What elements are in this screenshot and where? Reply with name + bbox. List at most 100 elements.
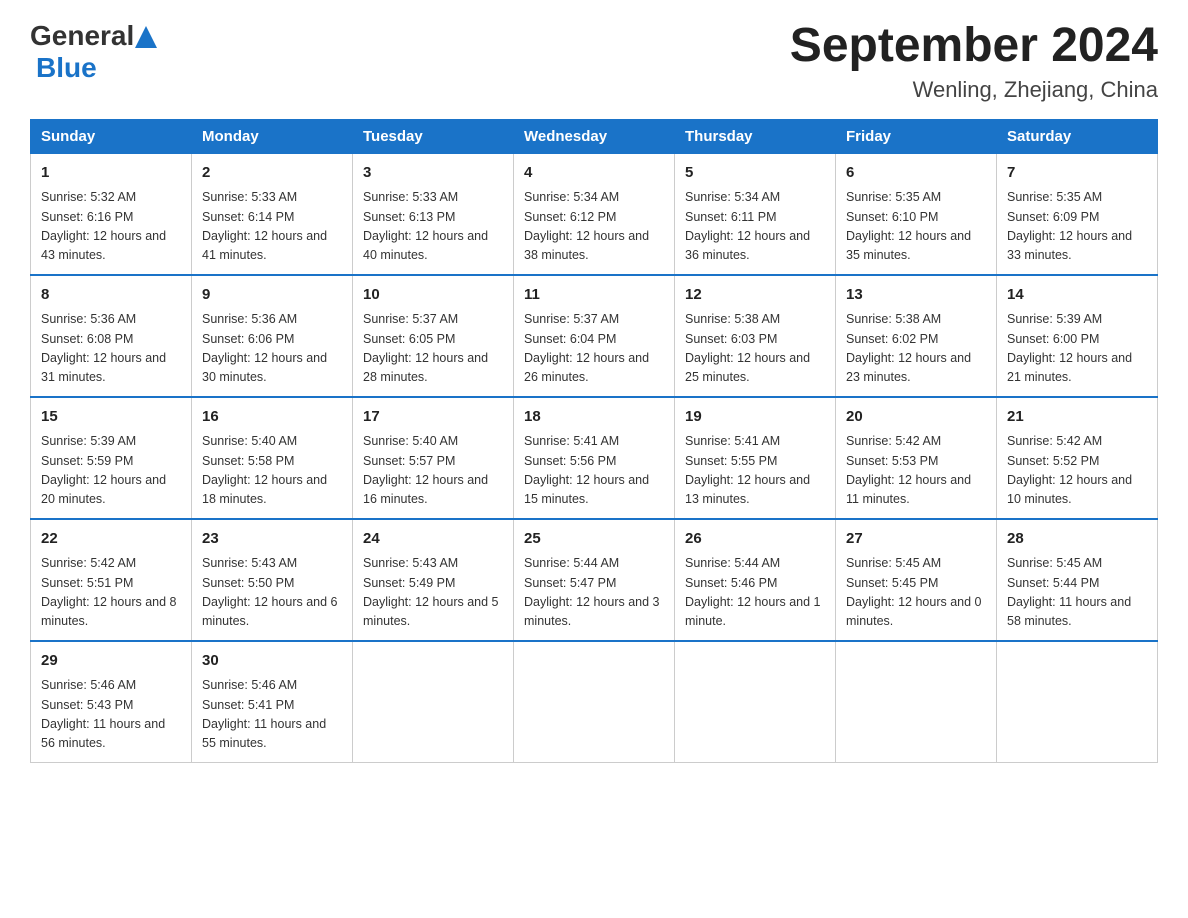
calendar-cell: 1Sunrise: 5:32 AMSunset: 6:16 PMDaylight… (31, 153, 192, 275)
day-number: 21 (1007, 406, 1147, 429)
day-number: 15 (41, 406, 181, 429)
calendar-cell: 21 Sunrise: 5:42 AMSunset: 5:52 PMDayligh… (997, 397, 1158, 519)
calendar-cell: 16 Sunrise: 5:40 AMSunset: 5:58 PMDayligh… (192, 397, 353, 519)
calendar-cell: 28 Sunrise: 5:45 AMSunset: 5:44 PMDayligh… (997, 519, 1158, 641)
calendar-cell: 22 Sunrise: 5:42 AMSunset: 5:51 PMDayligh… (31, 519, 192, 641)
calendar-subtitle: Wenling, Zhejiang, China (790, 77, 1158, 103)
day-info: Sunrise: 5:45 AMSunset: 5:45 PMDaylight:… (846, 554, 986, 632)
day-info: Sunrise: 5:39 AMSunset: 6:00 PMDaylight:… (1007, 310, 1147, 388)
day-info: Sunrise: 5:43 AMSunset: 5:49 PMDaylight:… (363, 554, 503, 632)
calendar-week-row: 22 Sunrise: 5:42 AMSunset: 5:51 PMDayligh… (31, 519, 1158, 641)
calendar-cell: 3 Sunrise: 5:33 AMSunset: 6:13 PMDaylight… (353, 153, 514, 275)
calendar-cell: 2 Sunrise: 5:33 AMSunset: 6:14 PMDaylight… (192, 153, 353, 275)
calendar-cell: 11 Sunrise: 5:37 AMSunset: 6:04 PMDayligh… (514, 275, 675, 397)
col-header-monday: Monday (192, 119, 353, 153)
day-info: Sunrise: 5:34 AMSunset: 6:11 PMDaylight:… (685, 188, 825, 266)
day-info: Sunrise: 5:42 AMSunset: 5:51 PMDaylight:… (41, 554, 181, 632)
calendar-cell: 10 Sunrise: 5:37 AMSunset: 6:05 PMDayligh… (353, 275, 514, 397)
day-info: Sunrise: 5:34 AMSunset: 6:12 PMDaylight:… (524, 188, 664, 266)
page-header: General Blue September 2024 Wenling, Zhe… (30, 20, 1158, 103)
day-number: 30 (202, 650, 342, 673)
day-info: Sunrise: 5:36 AMSunset: 6:08 PMDaylight:… (41, 310, 181, 388)
title-section: September 2024 Wenling, Zhejiang, China (790, 20, 1158, 103)
calendar-week-row: 8Sunrise: 5:36 AMSunset: 6:08 PMDaylight… (31, 275, 1158, 397)
calendar-week-row: 1Sunrise: 5:32 AMSunset: 6:16 PMDaylight… (31, 153, 1158, 275)
day-info: Sunrise: 5:46 AMSunset: 5:41 PMDaylight:… (202, 676, 342, 754)
day-info: Sunrise: 5:33 AMSunset: 6:13 PMDaylight:… (363, 188, 503, 266)
calendar-cell (997, 641, 1158, 763)
calendar-title: September 2024 (790, 20, 1158, 73)
day-number: 19 (685, 406, 825, 429)
calendar-cell (675, 641, 836, 763)
day-number: 11 (524, 284, 664, 307)
day-number: 10 (363, 284, 503, 307)
calendar-cell: 30 Sunrise: 5:46 AMSunset: 5:41 PMDayligh… (192, 641, 353, 763)
day-info: Sunrise: 5:40 AMSunset: 5:58 PMDaylight:… (202, 432, 342, 510)
col-header-wednesday: Wednesday (514, 119, 675, 153)
calendar-cell: 27Sunrise: 5:45 AMSunset: 5:45 PMDayligh… (836, 519, 997, 641)
day-info: Sunrise: 5:40 AMSunset: 5:57 PMDaylight:… (363, 432, 503, 510)
calendar-cell: 15 Sunrise: 5:39 AMSunset: 5:59 PMDayligh… (31, 397, 192, 519)
calendar-cell (353, 641, 514, 763)
day-info: Sunrise: 5:43 AMSunset: 5:50 PMDaylight:… (202, 554, 342, 632)
day-number: 14 (1007, 284, 1147, 307)
calendar-cell: 13Sunrise: 5:38 AMSunset: 6:02 PMDayligh… (836, 275, 997, 397)
day-number: 25 (524, 528, 664, 551)
day-number: 28 (1007, 528, 1147, 551)
calendar-cell (836, 641, 997, 763)
calendar-header-row: SundayMondayTuesdayWednesdayThursdayFrid… (31, 119, 1158, 153)
calendar-cell: 9 Sunrise: 5:36 AMSunset: 6:06 PMDaylight… (192, 275, 353, 397)
calendar-cell: 12Sunrise: 5:38 AMSunset: 6:03 PMDayligh… (675, 275, 836, 397)
calendar-week-row: 15 Sunrise: 5:39 AMSunset: 5:59 PMDayligh… (31, 397, 1158, 519)
day-number: 16 (202, 406, 342, 429)
day-number: 2 (202, 162, 342, 185)
day-info: Sunrise: 5:37 AMSunset: 6:04 PMDaylight:… (524, 310, 664, 388)
calendar-cell: 6 Sunrise: 5:35 AMSunset: 6:10 PMDaylight… (836, 153, 997, 275)
day-number: 7 (1007, 162, 1147, 185)
day-info: Sunrise: 5:45 AMSunset: 5:44 PMDaylight:… (1007, 554, 1147, 632)
day-info: Sunrise: 5:38 AMSunset: 6:03 PMDaylight:… (685, 310, 825, 388)
day-number: 23 (202, 528, 342, 551)
calendar-cell: 7 Sunrise: 5:35 AMSunset: 6:09 PMDaylight… (997, 153, 1158, 275)
calendar-cell: 24Sunrise: 5:43 AMSunset: 5:49 PMDayligh… (353, 519, 514, 641)
day-number: 9 (202, 284, 342, 307)
day-info: Sunrise: 5:35 AMSunset: 6:10 PMDaylight:… (846, 188, 986, 266)
calendar-cell (514, 641, 675, 763)
day-info: Sunrise: 5:36 AMSunset: 6:06 PMDaylight:… (202, 310, 342, 388)
day-number: 6 (846, 162, 986, 185)
logo-triangle-icon (135, 26, 157, 48)
day-info: Sunrise: 5:41 AMSunset: 5:55 PMDaylight:… (685, 432, 825, 510)
calendar-cell: 23 Sunrise: 5:43 AMSunset: 5:50 PMDayligh… (192, 519, 353, 641)
logo: General Blue (30, 20, 157, 84)
day-number: 22 (41, 528, 181, 551)
day-info: Sunrise: 5:44 AMSunset: 5:47 PMDaylight:… (524, 554, 664, 632)
day-number: 29 (41, 650, 181, 673)
calendar-cell: 26 Sunrise: 5:44 AMSunset: 5:46 PMDayligh… (675, 519, 836, 641)
col-header-tuesday: Tuesday (353, 119, 514, 153)
calendar-cell: 5 Sunrise: 5:34 AMSunset: 6:11 PMDaylight… (675, 153, 836, 275)
day-info: Sunrise: 5:42 AMSunset: 5:53 PMDaylight:… (846, 432, 986, 510)
day-info: Sunrise: 5:33 AMSunset: 6:14 PMDaylight:… (202, 188, 342, 266)
day-info: Sunrise: 5:38 AMSunset: 6:02 PMDaylight:… (846, 310, 986, 388)
col-header-saturday: Saturday (997, 119, 1158, 153)
day-number: 26 (685, 528, 825, 551)
day-info: Sunrise: 5:35 AMSunset: 6:09 PMDaylight:… (1007, 188, 1147, 266)
day-info: Sunrise: 5:42 AMSunset: 5:52 PMDaylight:… (1007, 432, 1147, 510)
calendar-cell: 25 Sunrise: 5:44 AMSunset: 5:47 PMDayligh… (514, 519, 675, 641)
day-info: Sunrise: 5:37 AMSunset: 6:05 PMDaylight:… (363, 310, 503, 388)
day-info: Sunrise: 5:44 AMSunset: 5:46 PMDaylight:… (685, 554, 825, 632)
calendar-cell: 14 Sunrise: 5:39 AMSunset: 6:00 PMDayligh… (997, 275, 1158, 397)
calendar-cell: 4Sunrise: 5:34 AMSunset: 6:12 PMDaylight… (514, 153, 675, 275)
day-number: 3 (363, 162, 503, 185)
day-info: Sunrise: 5:46 AMSunset: 5:43 PMDaylight:… (41, 676, 181, 754)
day-number: 5 (685, 162, 825, 185)
logo-blue-text: Blue (36, 52, 97, 84)
day-number: 17 (363, 406, 503, 429)
col-header-sunday: Sunday (31, 119, 192, 153)
calendar-cell: 29 Sunrise: 5:46 AMSunset: 5:43 PMDayligh… (31, 641, 192, 763)
col-header-friday: Friday (836, 119, 997, 153)
day-info: Sunrise: 5:39 AMSunset: 5:59 PMDaylight:… (41, 432, 181, 510)
calendar-cell: 18Sunrise: 5:41 AMSunset: 5:56 PMDayligh… (514, 397, 675, 519)
calendar-cell: 20Sunrise: 5:42 AMSunset: 5:53 PMDayligh… (836, 397, 997, 519)
logo-general-text: General (30, 20, 134, 52)
